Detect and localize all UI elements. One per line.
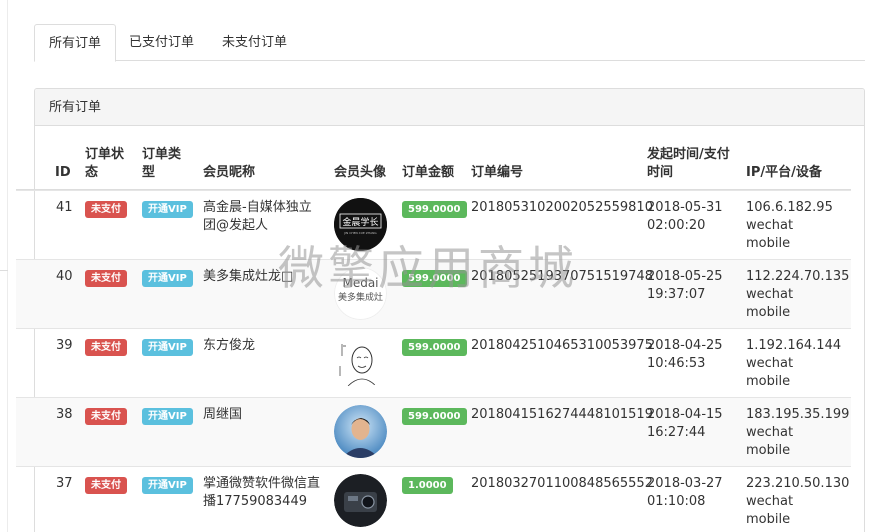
col-status: 订单状态 bbox=[85, 147, 125, 180]
member-nickname: 周继国 bbox=[203, 407, 243, 422]
amount-badge: 1.0000 bbox=[402, 477, 453, 494]
order-number: 2018041516274448101519 bbox=[471, 407, 653, 422]
type-badge: 开通VIP bbox=[142, 477, 193, 494]
order-date: 2018-05-31 bbox=[647, 200, 723, 215]
ip-address: 106.6.182.95 bbox=[746, 200, 833, 215]
tab-all-orders[interactable]: 所有订单 bbox=[34, 24, 117, 62]
amount-badge: 599.0000 bbox=[402, 339, 467, 356]
order-time: 01:10:08 bbox=[647, 494, 706, 509]
ip-address: 183.195.35.199 bbox=[746, 407, 850, 422]
order-time: 19:37:07 bbox=[647, 287, 706, 302]
platform: wechat bbox=[746, 287, 794, 302]
member-nickname: 掌通微赞软件微信直播17759083449 bbox=[203, 476, 321, 509]
panel-title: 所有订单 bbox=[35, 89, 864, 126]
order-date: 2018-04-15 bbox=[647, 407, 723, 422]
status-badge: 未支付 bbox=[85, 408, 127, 425]
order-date: 2018-03-27 bbox=[647, 476, 723, 491]
type-badge: 开通VIP bbox=[142, 270, 193, 287]
status-badge: 未支付 bbox=[85, 201, 127, 218]
left-sidebar-edge bbox=[0, 0, 8, 532]
status-badge: 未支付 bbox=[85, 270, 127, 287]
member-avatar: Medai 美多集成灶 bbox=[334, 267, 387, 320]
tab-unpaid-orders[interactable]: 未支付订单 bbox=[208, 24, 301, 61]
tab-paid-orders[interactable]: 已支付订单 bbox=[115, 24, 208, 61]
member-avatar bbox=[334, 336, 387, 389]
platform: wechat bbox=[746, 356, 794, 371]
order-number: 2018042510465310053975 bbox=[471, 338, 653, 353]
col-time: 发起时间/支付时间 bbox=[647, 147, 730, 180]
device: mobile bbox=[746, 236, 791, 251]
order-time: 02:00:20 bbox=[647, 218, 706, 233]
order-id: 40 bbox=[56, 269, 73, 284]
col-nickname: 会员昵称 bbox=[203, 165, 256, 180]
col-ip: IP/平台/设备 bbox=[746, 165, 822, 180]
order-date: 2018-04-25 bbox=[647, 338, 723, 353]
svg-text:金晨学长: 金晨学长 bbox=[342, 216, 378, 228]
sidebar-divider bbox=[0, 270, 8, 271]
order-number: 2018053102002052559810 bbox=[471, 200, 653, 215]
svg-text:JIN CHEN XUE ZHANG: JIN CHEN XUE ZHANG bbox=[343, 231, 377, 235]
device: mobile bbox=[746, 512, 791, 527]
member-avatar bbox=[334, 405, 387, 458]
member-nickname: 美多集成灶龙□ bbox=[203, 269, 294, 284]
member-nickname: 东方俊龙 bbox=[203, 338, 256, 353]
col-type: 订单类型 bbox=[142, 147, 182, 180]
type-badge: 开通VIP bbox=[142, 201, 193, 218]
order-time: 10:46:53 bbox=[647, 356, 706, 371]
platform: wechat bbox=[746, 425, 794, 440]
col-order-no: 订单编号 bbox=[471, 165, 524, 180]
col-amount: 订单金额 bbox=[402, 165, 455, 180]
platform: wechat bbox=[746, 494, 794, 509]
member-avatar: 金晨学长 JIN CHEN XUE ZHANG bbox=[334, 198, 387, 251]
ip-address: 1.192.164.144 bbox=[746, 338, 842, 353]
amount-badge: 599.0000 bbox=[402, 201, 467, 218]
order-time: 16:27:44 bbox=[647, 425, 706, 440]
amount-badge: 599.0000 bbox=[402, 270, 467, 287]
order-id: 39 bbox=[56, 338, 73, 353]
status-badge: 未支付 bbox=[85, 339, 127, 356]
member-avatar bbox=[334, 474, 387, 527]
order-date: 2018-05-25 bbox=[647, 269, 723, 284]
device: mobile bbox=[746, 305, 791, 320]
order-id: 38 bbox=[56, 407, 73, 422]
order-id: 37 bbox=[56, 476, 73, 491]
svg-text:美多集成灶: 美多集成灶 bbox=[338, 291, 383, 303]
ip-address: 112.224.70.135 bbox=[746, 269, 850, 284]
ip-address: 223.210.50.130 bbox=[746, 476, 850, 491]
svg-text:Medai: Medai bbox=[342, 276, 378, 290]
member-nickname: 高金晨-自媒体独立团@发起人 bbox=[203, 200, 312, 233]
type-badge: 开通VIP bbox=[142, 339, 193, 356]
order-tabs: 所有订单 已支付订单 未支付订单 bbox=[34, 24, 865, 62]
col-id: ID bbox=[55, 165, 71, 180]
order-number: 2018052519370751519748 bbox=[471, 269, 653, 284]
order-number: 2018032701100848565552 bbox=[471, 476, 653, 491]
amount-badge: 599.0000 bbox=[402, 408, 467, 425]
platform: wechat bbox=[746, 218, 794, 233]
order-id: 41 bbox=[56, 200, 73, 215]
col-avatar: 会员头像 bbox=[334, 165, 387, 180]
status-badge: 未支付 bbox=[85, 477, 127, 494]
device: mobile bbox=[746, 443, 791, 458]
device: mobile bbox=[746, 374, 791, 389]
type-badge: 开通VIP bbox=[142, 408, 193, 425]
